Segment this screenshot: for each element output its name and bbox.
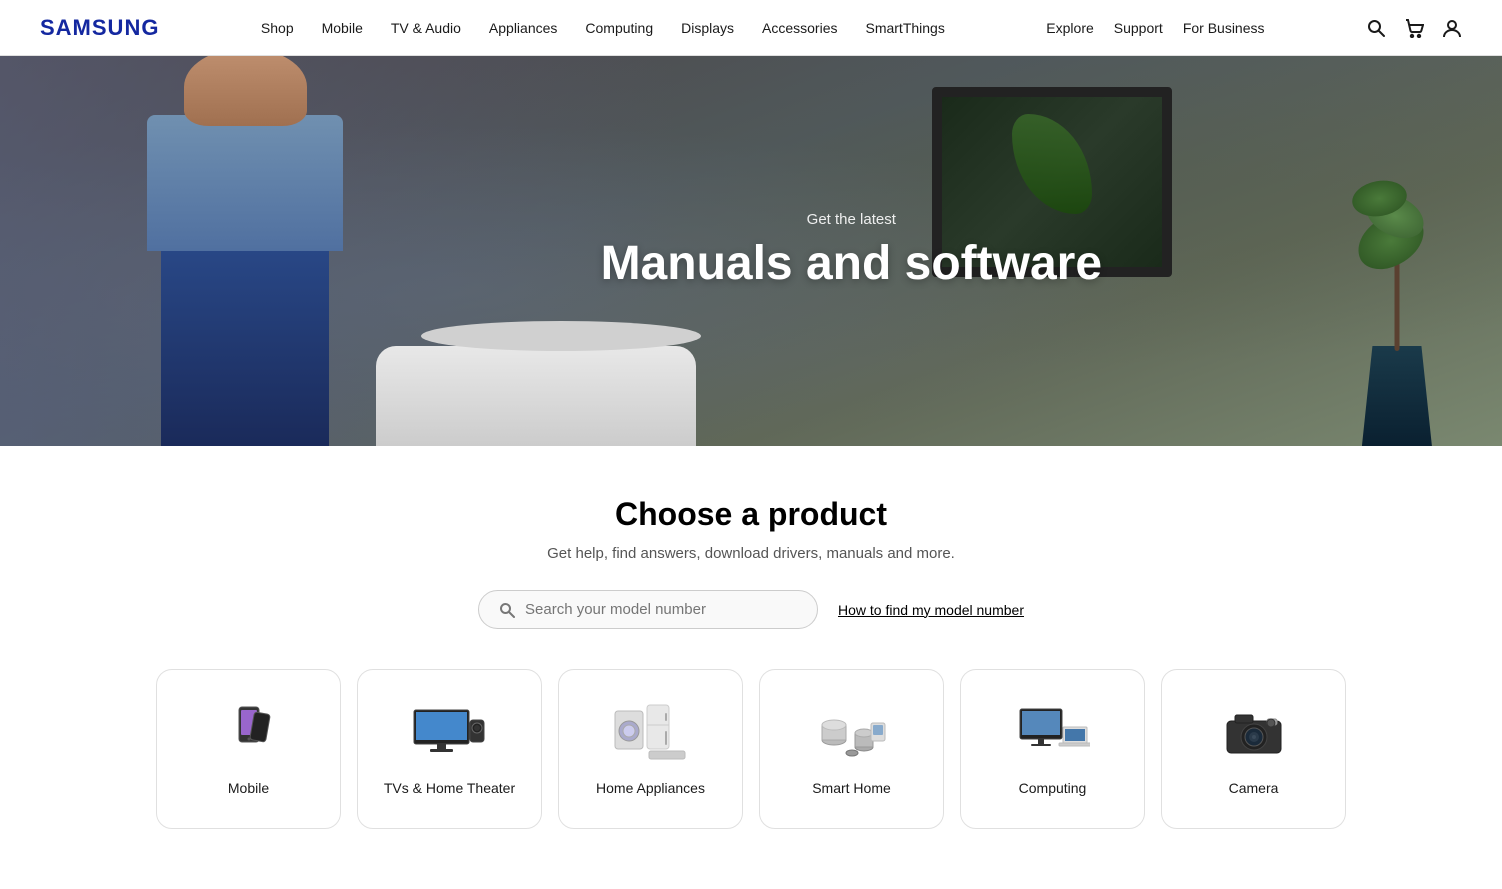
product-section-subtitle: Get help, find answers, download drivers… (40, 545, 1462, 562)
hero-text-block: Get the latest Manuals and software (601, 211, 1102, 291)
nav-mobile[interactable]: Mobile (322, 20, 363, 36)
product-section-title: Choose a product (40, 496, 1462, 533)
nav-accessories[interactable]: Accessories (762, 20, 837, 36)
nav-explore[interactable]: Explore (1046, 20, 1093, 36)
search-row: How to find my model number (40, 590, 1462, 629)
nav-smartthings[interactable]: SmartThings (865, 20, 944, 36)
nav-tv-audio[interactable]: TV & Audio (391, 20, 461, 36)
model-number-search-input[interactable] (525, 601, 797, 618)
cart-icon[interactable] (1404, 18, 1424, 38)
user-icon[interactable] (1442, 18, 1462, 38)
nav-displays[interactable]: Displays (681, 20, 734, 36)
nav-support[interactable]: Support (1114, 20, 1163, 36)
hero-banner: Get the latest Manuals and software (0, 56, 1502, 446)
product-card-camera[interactable]: Camera (1161, 669, 1346, 829)
tvs-card-label: TVs & Home Theater (384, 780, 515, 796)
product-card-home-appliances[interactable]: Home Appliances (558, 669, 743, 829)
search-icon (499, 602, 515, 618)
smart-home-card-image (812, 702, 892, 762)
camera-card-label: Camera (1229, 780, 1279, 796)
product-card-tvs[interactable]: TVs & Home Theater (357, 669, 542, 829)
nav-shop[interactable]: Shop (261, 20, 294, 36)
search-box (478, 590, 818, 629)
nav-links-right: Explore Support For Business (1046, 20, 1264, 36)
hero-title: Manuals and software (601, 238, 1102, 291)
mobile-card-label: Mobile (228, 780, 269, 796)
nav-icons (1366, 18, 1462, 38)
product-card-mobile[interactable]: Mobile (156, 669, 341, 829)
nav-appliances[interactable]: Appliances (489, 20, 558, 36)
search-icon[interactable] (1366, 18, 1386, 38)
mobile-card-image (209, 702, 289, 762)
product-card-smart-home[interactable]: Smart Home (759, 669, 944, 829)
computing-card-image (1013, 702, 1093, 762)
product-card-computing[interactable]: Computing (960, 669, 1145, 829)
nav-links-left: Shop Mobile TV & Audio Appliances Comput… (261, 20, 945, 36)
computing-card-label: Computing (1019, 780, 1087, 796)
camera-card-image (1214, 702, 1294, 762)
smart-home-card-label: Smart Home (812, 780, 891, 796)
home-appliances-card-image (611, 702, 691, 762)
main-navigation: SAMSUNG Shop Mobile TV & Audio Appliance… (0, 0, 1502, 56)
home-appliances-card-label: Home Appliances (596, 780, 705, 796)
hero-subtitle: Get the latest (601, 211, 1102, 228)
nav-for-business[interactable]: For Business (1183, 20, 1265, 36)
product-cards-grid: Mobile TVs & Home Theater (40, 669, 1462, 829)
find-model-number-link[interactable]: How to find my model number (838, 602, 1024, 618)
tvs-card-image (410, 702, 490, 762)
product-section: Choose a product Get help, find answers,… (0, 446, 1502, 889)
samsung-logo[interactable]: SAMSUNG (40, 15, 159, 41)
nav-computing[interactable]: Computing (585, 20, 653, 36)
